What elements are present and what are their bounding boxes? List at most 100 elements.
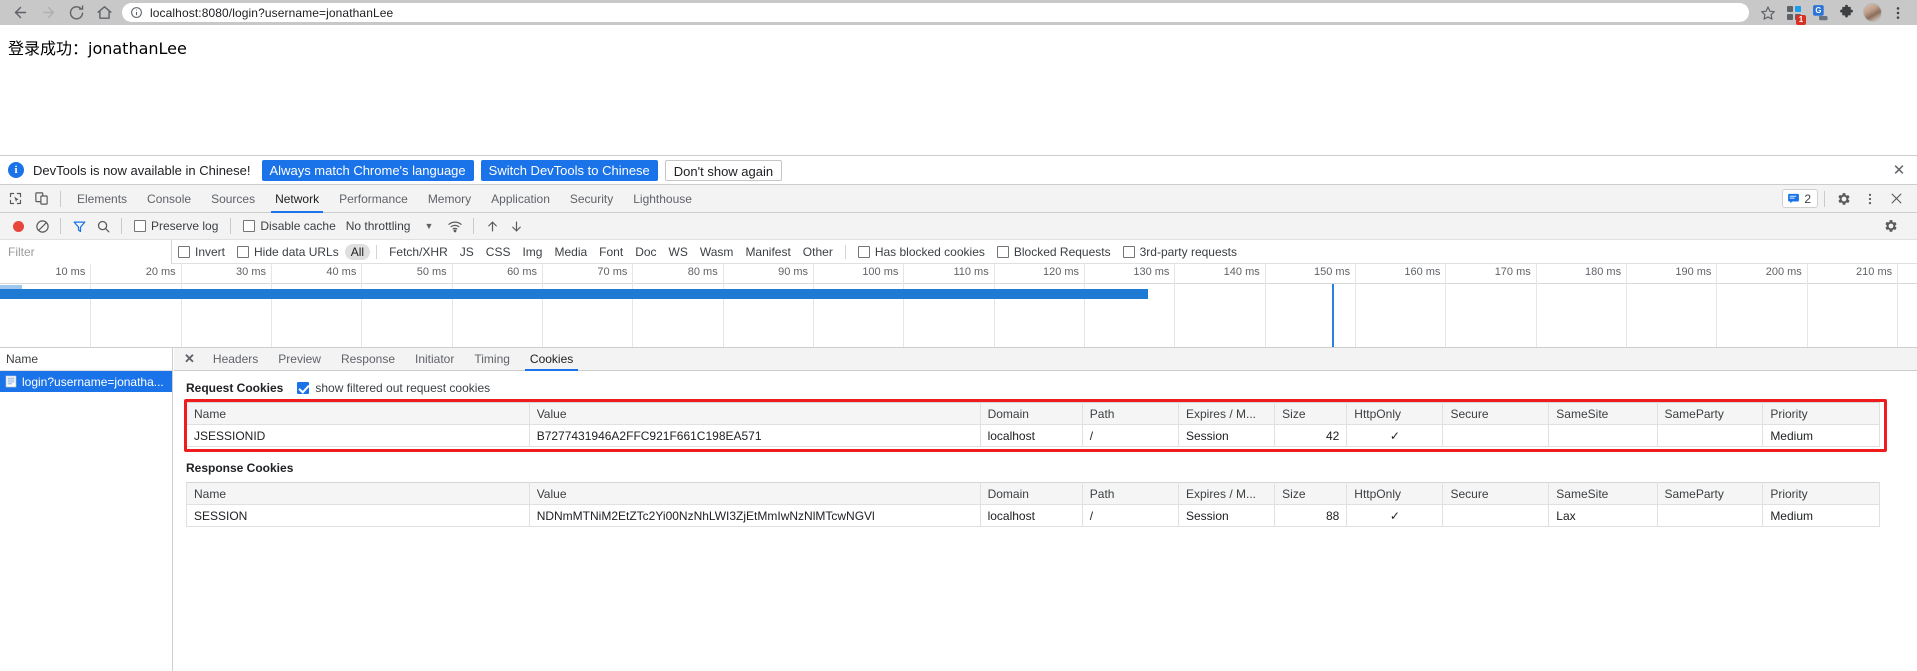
throttling-select[interactable]: No throttling xyxy=(346,219,411,233)
three-dot-menu-icon[interactable] xyxy=(1857,186,1883,212)
always-match-language-button[interactable]: Always match Chrome's language xyxy=(261,159,474,181)
record-button[interactable] xyxy=(6,214,30,238)
col-expires[interactable]: Expires / M... xyxy=(1177,482,1276,505)
col-path[interactable]: Path xyxy=(1081,402,1179,425)
tab-performance[interactable]: Performance xyxy=(329,185,418,213)
reload-icon[interactable] xyxy=(62,0,90,25)
avatar[interactable] xyxy=(1859,0,1885,25)
col-priority[interactable]: Priority xyxy=(1762,482,1880,505)
col-samesite[interactable]: SameSite xyxy=(1548,402,1658,425)
tab-console[interactable]: Console xyxy=(137,185,201,213)
col-path[interactable]: Path xyxy=(1081,482,1179,505)
forward-arrow-icon[interactable] xyxy=(34,0,62,25)
filter-input[interactable] xyxy=(0,239,172,264)
close-icon[interactable]: ✕ xyxy=(1889,163,1909,178)
network-overview-timeline[interactable]: 10 ms 20 ms 30 ms 40 ms 50 ms 60 ms 70 ms 80 ms… xyxy=(0,264,1917,348)
filter-type-js[interactable]: JS xyxy=(454,244,480,260)
invert-checkbox[interactable]: Invert xyxy=(178,245,225,259)
filter-type-css[interactable]: CSS xyxy=(480,244,517,260)
detail-tab-timing[interactable]: Timing xyxy=(464,348,520,371)
col-name[interactable]: Name xyxy=(186,482,530,505)
toggle-device-toolbar-icon[interactable] xyxy=(28,186,54,212)
dont-show-again-button[interactable]: Don't show again xyxy=(664,159,783,181)
col-size[interactable]: Size xyxy=(1274,482,1348,505)
has-blocked-cookies-checkbox[interactable]: Has blocked cookies xyxy=(857,245,985,259)
network-conditions-icon[interactable] xyxy=(443,214,467,238)
table-row[interactable]: SESSION NDNmMTNiM2EtZTc2Yi00NzNhLWI3ZjEt… xyxy=(186,504,1880,527)
filter-type-all[interactable]: All xyxy=(344,243,371,260)
extension-with-badge-icon[interactable]: 1 xyxy=(1781,0,1807,25)
detail-tab-response[interactable]: Response xyxy=(331,348,405,371)
request-list-header[interactable]: Name xyxy=(0,348,172,371)
col-httponly[interactable]: HttpOnly xyxy=(1346,482,1444,505)
timeline-playhead[interactable] xyxy=(1332,284,1334,347)
filter-type-fetch-xhr[interactable]: Fetch/XHR xyxy=(383,244,454,260)
col-name[interactable]: Name xyxy=(186,402,530,425)
google-translate-icon[interactable]: G xyxy=(1807,0,1833,25)
col-httponly[interactable]: HttpOnly xyxy=(1346,402,1444,425)
home-icon[interactable] xyxy=(90,0,118,25)
filter-type-wasm[interactable]: Wasm xyxy=(694,244,740,260)
detail-tab-initiator[interactable]: Initiator xyxy=(405,348,464,371)
col-domain[interactable]: Domain xyxy=(979,482,1083,505)
col-priority[interactable]: Priority xyxy=(1762,402,1880,425)
tab-application[interactable]: Application xyxy=(481,185,560,213)
tab-elements[interactable]: Elements xyxy=(67,185,137,213)
filter-type-img[interactable]: Img xyxy=(516,244,548,260)
detail-tab-cookies[interactable]: Cookies xyxy=(520,348,583,371)
site-info-icon[interactable] xyxy=(130,6,143,19)
import-har-icon[interactable] xyxy=(480,214,504,238)
back-arrow-icon[interactable] xyxy=(6,0,34,25)
blocked-requests-checkbox[interactable]: Blocked Requests xyxy=(996,245,1111,259)
close-icon[interactable] xyxy=(1883,186,1909,212)
col-size[interactable]: Size xyxy=(1274,402,1348,425)
network-settings-gear-icon[interactable] xyxy=(1879,214,1903,238)
col-secure[interactable]: Secure xyxy=(1442,402,1550,425)
filter-type-media[interactable]: Media xyxy=(548,244,593,260)
gear-icon[interactable] xyxy=(1831,186,1857,212)
inspect-element-icon[interactable] xyxy=(2,186,28,212)
chevron-down-icon[interactable]: ▼ xyxy=(424,221,433,231)
hide-data-urls-checkbox[interactable]: Hide data URLs xyxy=(237,245,339,259)
col-domain[interactable]: Domain xyxy=(979,402,1083,425)
tab-label: Memory xyxy=(427,191,472,206)
close-detail-icon[interactable]: ✕ xyxy=(182,351,203,367)
filter-type-font[interactable]: Font xyxy=(593,244,629,260)
col-sameparty[interactable]: SameParty xyxy=(1656,482,1764,505)
col-sameparty[interactable]: SameParty xyxy=(1656,402,1764,425)
address-bar[interactable]: localhost:8080/login?username=jonathanLe… xyxy=(122,3,1749,22)
extensions-puzzle-icon[interactable] xyxy=(1833,0,1859,25)
switch-devtools-to-chinese-button[interactable]: Switch DevTools to Chinese xyxy=(480,159,658,181)
request-list-item[interactable]: login?username=jonatha... xyxy=(0,371,172,392)
filter-type-other[interactable]: Other xyxy=(797,244,839,260)
three-dot-menu-icon[interactable] xyxy=(1885,0,1911,25)
disable-cache-checkbox[interactable]: Disable cache xyxy=(243,219,336,233)
tab-network[interactable]: Network xyxy=(265,185,329,213)
detail-tab-preview[interactable]: Preview xyxy=(268,348,331,371)
star-icon[interactable] xyxy=(1755,0,1781,25)
search-icon[interactable] xyxy=(91,214,115,238)
filter-type-doc[interactable]: Doc xyxy=(629,244,662,260)
col-expires[interactable]: Expires / M... xyxy=(1177,402,1276,425)
show-filtered-cookies-checkbox[interactable]: show filtered out request cookies xyxy=(297,381,490,395)
col-samesite[interactable]: SameSite xyxy=(1548,482,1658,505)
filter-type-manifest[interactable]: Manifest xyxy=(739,244,796,260)
cell-path: / xyxy=(1081,504,1179,527)
table-row[interactable]: JSESSIONID B7277431946A2FFC921F661C198EA… xyxy=(186,424,1880,447)
tab-memory[interactable]: Memory xyxy=(418,185,481,213)
export-har-icon[interactable] xyxy=(504,214,528,238)
tab-sources[interactable]: Sources xyxy=(201,185,265,213)
clear-icon[interactable] xyxy=(30,214,54,238)
third-party-requests-checkbox[interactable]: 3rd-party requests xyxy=(1122,245,1237,259)
detail-tab-headers[interactable]: Headers xyxy=(203,348,268,371)
tab-security[interactable]: Security xyxy=(560,185,623,213)
col-value[interactable]: Value xyxy=(528,402,981,425)
col-secure[interactable]: Secure xyxy=(1442,482,1550,505)
filter-funnel-icon[interactable] xyxy=(67,214,91,238)
filter-divider xyxy=(844,244,846,259)
tab-lighthouse[interactable]: Lighthouse xyxy=(623,185,702,213)
filter-type-ws[interactable]: WS xyxy=(663,244,694,260)
preserve-log-checkbox[interactable]: Preserve log xyxy=(134,219,218,233)
console-message-count-badge[interactable]: 2 xyxy=(1782,189,1818,208)
col-value[interactable]: Value xyxy=(528,482,981,505)
